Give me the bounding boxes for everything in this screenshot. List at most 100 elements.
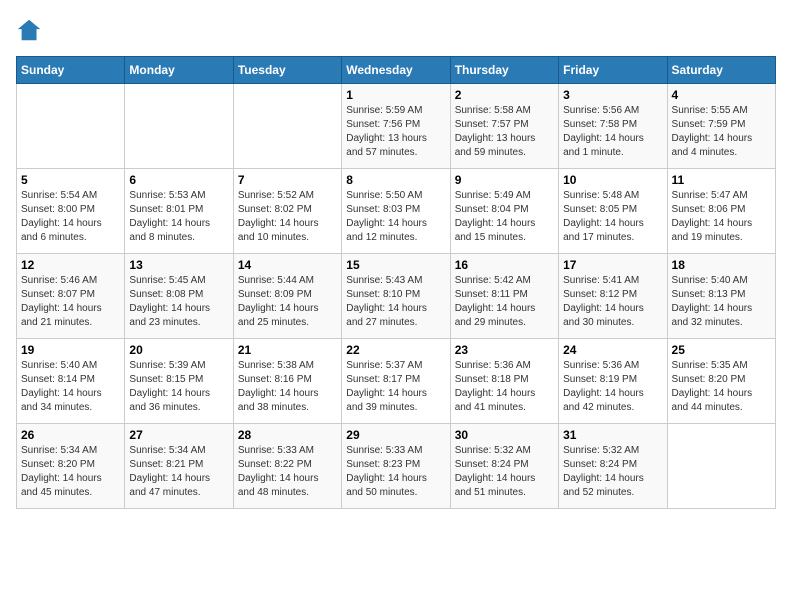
- calendar-cell: 1 Sunrise: 5:59 AMSunset: 7:56 PMDaylight…: [342, 84, 450, 169]
- day-number: 7: [238, 173, 337, 187]
- day-header-thursday: Thursday: [450, 57, 558, 84]
- day-info: Sunrise: 5:42 AMSunset: 8:11 PMDaylight:…: [455, 274, 554, 330]
- calendar-cell: 30 Sunrise: 5:32 AMSunset: 8:24 PMDayligh…: [450, 424, 558, 509]
- calendar-cell: 29 Sunrise: 5:33 AMSunset: 8:23 PMDayligh…: [342, 424, 450, 509]
- week-row-1: 5 Sunrise: 5:54 AMSunset: 8:00 PMDaylight…: [17, 169, 776, 254]
- day-number: 8: [346, 173, 445, 187]
- calendar-cell: 6 Sunrise: 5:53 AMSunset: 8:01 PMDaylight…: [125, 169, 233, 254]
- calendar-cell: 5 Sunrise: 5:54 AMSunset: 8:00 PMDaylight…: [17, 169, 125, 254]
- calendar-cell: 21 Sunrise: 5:38 AMSunset: 8:16 PMDayligh…: [233, 339, 341, 424]
- calendar-cell: 9Sunrise: 5:49 AMSunset: 8:04 PMDaylight…: [450, 169, 558, 254]
- day-number: 24: [563, 343, 662, 357]
- day-info: Sunrise: 5:54 AMSunset: 8:00 PMDaylight:…: [21, 189, 120, 245]
- day-number: 5: [21, 173, 120, 187]
- calendar-cell: 14 Sunrise: 5:44 AMSunset: 8:09 PMDayligh…: [233, 254, 341, 339]
- day-info: Sunrise: 5:44 AMSunset: 8:09 PMDaylight:…: [238, 274, 337, 330]
- day-number: 31: [563, 428, 662, 442]
- day-number: 28: [238, 428, 337, 442]
- day-info: Sunrise: 5:33 AMSunset: 8:22 PMDaylight:…: [238, 444, 337, 500]
- day-info: Sunrise: 5:47 AMSunset: 8:06 PMDaylight:…: [672, 189, 771, 245]
- calendar-table: SundayMondayTuesdayWednesdayThursdayFrid…: [16, 56, 776, 509]
- calendar-cell: 31 Sunrise: 5:32 AMSunset: 8:24 PMDayligh…: [559, 424, 667, 509]
- day-header-sunday: Sunday: [17, 57, 125, 84]
- day-number: 11: [672, 173, 771, 187]
- calendar-cell: 11 Sunrise: 5:47 AMSunset: 8:06 PMDayligh…: [667, 169, 775, 254]
- day-number: 22: [346, 343, 445, 357]
- day-info: Sunrise: 5:53 AMSunset: 8:01 PMDaylight:…: [129, 189, 228, 245]
- week-row-0: 1 Sunrise: 5:59 AMSunset: 7:56 PMDaylight…: [17, 84, 776, 169]
- calendar-cell: [233, 84, 341, 169]
- day-info: Sunrise: 5:40 AMSunset: 8:14 PMDaylight:…: [21, 359, 120, 415]
- calendar-cell: 24Sunrise: 5:36 AMSunset: 8:19 PMDayligh…: [559, 339, 667, 424]
- calendar-cell: 25Sunrise: 5:35 AMSunset: 8:20 PMDayligh…: [667, 339, 775, 424]
- day-info: Sunrise: 5:46 AMSunset: 8:07 PMDaylight:…: [21, 274, 120, 330]
- day-number: 6: [129, 173, 228, 187]
- day-number: 9: [455, 173, 554, 187]
- calendar-cell: 17Sunrise: 5:41 AMSunset: 8:12 PMDayligh…: [559, 254, 667, 339]
- day-info: Sunrise: 5:48 AMSunset: 8:05 PMDaylight:…: [563, 189, 662, 245]
- calendar-cell: 23 Sunrise: 5:36 AMSunset: 8:18 PMDayligh…: [450, 339, 558, 424]
- calendar-cell: 22 Sunrise: 5:37 AMSunset: 8:17 PMDayligh…: [342, 339, 450, 424]
- calendar-cell: 26 Sunrise: 5:34 AMSunset: 8:20 PMDayligh…: [17, 424, 125, 509]
- day-info: Sunrise: 5:41 AMSunset: 8:12 PMDaylight:…: [563, 274, 662, 330]
- day-info: Sunrise: 5:52 AMSunset: 8:02 PMDaylight:…: [238, 189, 337, 245]
- day-number: 12: [21, 258, 120, 272]
- day-number: 18: [672, 258, 771, 272]
- calendar-cell: [125, 84, 233, 169]
- calendar-cell: 13Sunrise: 5:45 AMSunset: 8:08 PMDayligh…: [125, 254, 233, 339]
- day-number: 29: [346, 428, 445, 442]
- week-row-3: 19Sunrise: 5:40 AMSunset: 8:14 PMDayligh…: [17, 339, 776, 424]
- day-number: 21: [238, 343, 337, 357]
- calendar-cell: 28 Sunrise: 5:33 AMSunset: 8:22 PMDayligh…: [233, 424, 341, 509]
- day-header-monday: Monday: [125, 57, 233, 84]
- day-info: Sunrise: 5:32 AMSunset: 8:24 PMDaylight:…: [563, 444, 662, 500]
- day-number: 14: [238, 258, 337, 272]
- day-number: 27: [129, 428, 228, 442]
- day-info: Sunrise: 5:55 AMSunset: 7:59 PMDaylight:…: [672, 104, 771, 160]
- day-number: 26: [21, 428, 120, 442]
- calendar-cell: 12 Sunrise: 5:46 AMSunset: 8:07 PMDayligh…: [17, 254, 125, 339]
- day-info: Sunrise: 5:39 AMSunset: 8:15 PMDaylight:…: [129, 359, 228, 415]
- calendar-cell: 7 Sunrise: 5:52 AMSunset: 8:02 PMDaylight…: [233, 169, 341, 254]
- calendar-cell: 15 Sunrise: 5:43 AMSunset: 8:10 PMDayligh…: [342, 254, 450, 339]
- day-info: Sunrise: 5:59 AMSunset: 7:56 PMDaylight:…: [346, 104, 445, 160]
- day-header-friday: Friday: [559, 57, 667, 84]
- header-row: SundayMondayTuesdayWednesdayThursdayFrid…: [17, 57, 776, 84]
- calendar-cell: 2Sunrise: 5:58 AMSunset: 7:57 PMDaylight…: [450, 84, 558, 169]
- day-number: 1: [346, 88, 445, 102]
- page-header: [16, 16, 776, 44]
- day-info: Sunrise: 5:32 AMSunset: 8:24 PMDaylight:…: [455, 444, 554, 500]
- day-header-tuesday: Tuesday: [233, 57, 341, 84]
- day-header-saturday: Saturday: [667, 57, 775, 84]
- calendar-cell: 16 Sunrise: 5:42 AMSunset: 8:11 PMDayligh…: [450, 254, 558, 339]
- day-info: Sunrise: 5:40 AMSunset: 8:13 PMDaylight:…: [672, 274, 771, 330]
- day-number: 30: [455, 428, 554, 442]
- calendar-cell: 18 Sunrise: 5:40 AMSunset: 8:13 PMDayligh…: [667, 254, 775, 339]
- week-row-2: 12 Sunrise: 5:46 AMSunset: 8:07 PMDayligh…: [17, 254, 776, 339]
- day-info: Sunrise: 5:58 AMSunset: 7:57 PMDaylight:…: [455, 104, 554, 160]
- calendar-cell: 10Sunrise: 5:48 AMSunset: 8:05 PMDayligh…: [559, 169, 667, 254]
- calendar-cell: [17, 84, 125, 169]
- day-number: 3: [563, 88, 662, 102]
- day-number: 20: [129, 343, 228, 357]
- day-header-wednesday: Wednesday: [342, 57, 450, 84]
- day-info: Sunrise: 5:37 AMSunset: 8:17 PMDaylight:…: [346, 359, 445, 415]
- calendar-cell: 3Sunrise: 5:56 AMSunset: 7:58 PMDaylight…: [559, 84, 667, 169]
- day-info: Sunrise: 5:36 AMSunset: 8:18 PMDaylight:…: [455, 359, 554, 415]
- calendar-cell: 4 Sunrise: 5:55 AMSunset: 7:59 PMDaylight…: [667, 84, 775, 169]
- calendar-cell: 20 Sunrise: 5:39 AMSunset: 8:15 PMDayligh…: [125, 339, 233, 424]
- day-info: Sunrise: 5:45 AMSunset: 8:08 PMDaylight:…: [129, 274, 228, 330]
- calendar-cell: [667, 424, 775, 509]
- day-info: Sunrise: 5:38 AMSunset: 8:16 PMDaylight:…: [238, 359, 337, 415]
- day-number: 16: [455, 258, 554, 272]
- day-info: Sunrise: 5:35 AMSunset: 8:20 PMDaylight:…: [672, 359, 771, 415]
- day-number: 4: [672, 88, 771, 102]
- day-info: Sunrise: 5:33 AMSunset: 8:23 PMDaylight:…: [346, 444, 445, 500]
- day-number: 23: [455, 343, 554, 357]
- calendar-cell: 8 Sunrise: 5:50 AMSunset: 8:03 PMDaylight…: [342, 169, 450, 254]
- logo: [16, 16, 48, 44]
- day-info: Sunrise: 5:34 AMSunset: 8:20 PMDaylight:…: [21, 444, 120, 500]
- day-info: Sunrise: 5:50 AMSunset: 8:03 PMDaylight:…: [346, 189, 445, 245]
- day-number: 15: [346, 258, 445, 272]
- day-info: Sunrise: 5:43 AMSunset: 8:10 PMDaylight:…: [346, 274, 445, 330]
